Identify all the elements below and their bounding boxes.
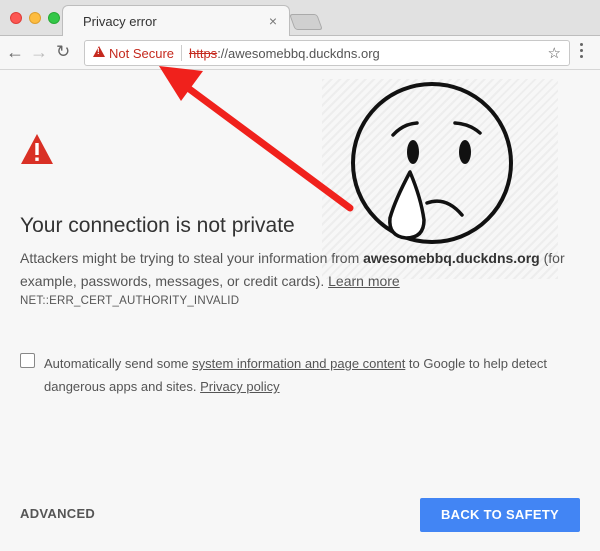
checkbox-label: Automatically send some system informati… <box>44 352 584 398</box>
url-host: ://awesomebbq.duckdns.org <box>217 46 380 61</box>
warning-triangle-icon[interactable] <box>93 46 105 57</box>
description-text: Attackers might be trying to steal your … <box>20 250 364 266</box>
warning-triangle-icon <box>21 134 53 164</box>
learn-more-link[interactable]: Learn more <box>328 273 400 289</box>
url-text[interactable]: https://awesomebbq.duckdns.org <box>189 46 380 61</box>
not-secure-label[interactable]: Not Secure <box>109 46 174 61</box>
domain-name: awesomebbq.duckdns.org <box>363 250 540 266</box>
close-window-button[interactable] <box>10 12 22 24</box>
toolbar: ← → ↻ Not Secure https://awesomebbq.duck… <box>0 36 600 70</box>
page-title: Your connection is not private <box>20 214 295 237</box>
minimize-window-button[interactable] <box>29 12 41 24</box>
tab-close-icon[interactable]: × <box>269 13 277 29</box>
menu-dots-icon[interactable] <box>580 43 584 61</box>
new-tab-button[interactable] <box>289 14 323 30</box>
zoom-window-button[interactable] <box>48 12 60 24</box>
forward-arrow-icon[interactable]: → <box>30 42 48 63</box>
url-scheme: https <box>189 46 218 61</box>
tab-title: Privacy error <box>83 14 157 29</box>
bookmark-star-icon[interactable]: ☆ <box>548 44 561 62</box>
back-to-safety-button[interactable]: BACK TO SAFETY <box>420 498 580 532</box>
advanced-button[interactable]: ADVANCED <box>20 506 95 521</box>
system-info-link[interactable]: system information and page content <box>192 356 405 371</box>
description: Attackers might be trying to steal your … <box>20 247 580 293</box>
divider <box>181 45 182 61</box>
tab-privacy-error[interactable]: Privacy error × <box>62 5 290 37</box>
send-info-checkbox[interactable] <box>20 353 35 368</box>
checkbox-text: Automatically send some <box>44 356 193 371</box>
reload-icon[interactable]: ↻ <box>56 42 70 62</box>
interstitial-page: Your connection is not private Attackers… <box>0 71 600 551</box>
privacy-policy-link[interactable]: Privacy policy <box>200 379 279 394</box>
tab-strip: Privacy error × <box>0 0 600 37</box>
error-code: NET::ERR_CERT_AUTHORITY_INVALID <box>20 295 240 307</box>
address-bar[interactable]: Not Secure https://awesomebbq.duckdns.or… <box>84 40 570 66</box>
back-arrow-icon[interactable]: ← <box>6 42 24 63</box>
